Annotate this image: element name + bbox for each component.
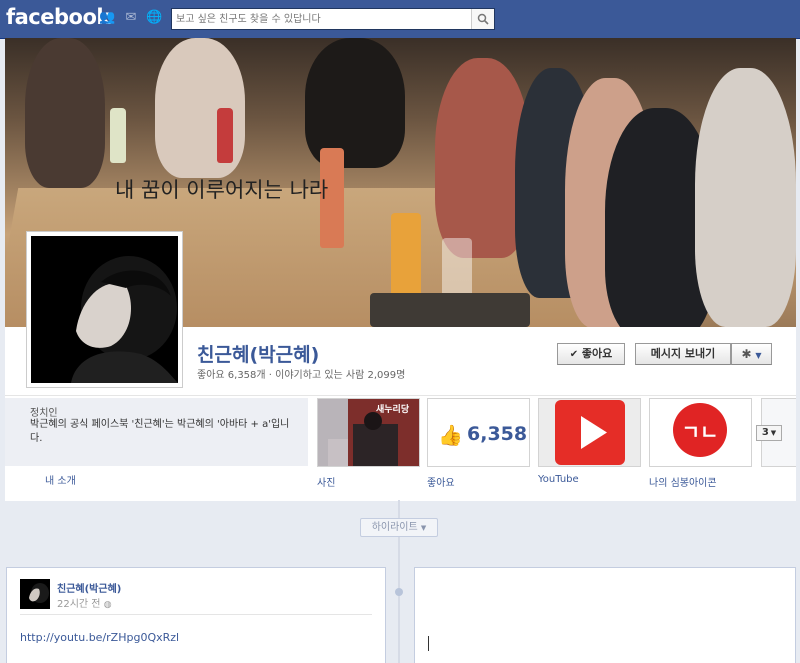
- cover-bottle: [391, 213, 421, 301]
- page-description: 박근혜의 공식 페이스북 '친근혜'는 박근혜의 '아바타 + a'입니다.: [30, 419, 290, 444]
- more-apps-button[interactable]: 3 ▼: [756, 425, 782, 441]
- search-button[interactable]: [471, 9, 494, 29]
- page-stats: 좋아요 6,358개 · 이야기하고 있는 사람 2,099명: [197, 370, 406, 381]
- search-input[interactable]: [176, 10, 466, 28]
- globe-icon: ◍: [103, 600, 112, 610]
- search-box: [171, 8, 495, 30]
- app-logo-text: ㄱㄴ: [681, 420, 719, 444]
- like-button-label: 좋아요: [581, 347, 613, 360]
- cover-bottle: [110, 108, 126, 163]
- highlights-dropdown[interactable]: 하이라이트 ▼: [360, 518, 438, 537]
- notifications-icon[interactable]: 🌐: [146, 11, 162, 25]
- messages-icon[interactable]: ✉: [123, 11, 139, 25]
- gear-icon: ✱: [741, 347, 752, 361]
- profile-picture[interactable]: [26, 231, 183, 388]
- post-author[interactable]: 친근혜(박근혜): [57, 580, 121, 595]
- icon-app-tile[interactable]: ㄱㄴ: [649, 398, 752, 467]
- thumbs-up-icon: 👍: [438, 423, 463, 447]
- about-link[interactable]: 내 소개: [45, 472, 76, 487]
- cover-person: [25, 38, 105, 188]
- more-apps-count: 3: [761, 427, 769, 438]
- page-category: 정치인: [30, 408, 58, 419]
- post-avatar[interactable]: [20, 579, 50, 609]
- cover-person: [695, 68, 796, 327]
- post-link[interactable]: http://youtu.be/rZHpg0QxRzl: [20, 631, 179, 644]
- highlights-label: 하이라이트: [371, 522, 418, 533]
- top-bar: facebook 👥 ✉ 🌐: [0, 0, 800, 39]
- post-timestamp[interactable]: 22시간 전 ◍: [57, 595, 112, 610]
- cover-glass: [442, 238, 472, 298]
- chevron-down-icon: ▼: [755, 351, 762, 360]
- cover-bottle: [217, 108, 233, 163]
- like-button[interactable]: ✔ 좋아요: [557, 343, 625, 365]
- settings-button[interactable]: ✱ ▼: [731, 343, 772, 365]
- youtube-label[interactable]: YouTube: [538, 474, 579, 485]
- cover-slogan: 내 꿈이 이루어지는 나라: [115, 178, 329, 202]
- text-caret: [428, 636, 429, 651]
- post-divider: [20, 614, 372, 615]
- check-icon: ✔: [569, 349, 579, 360]
- likes-label[interactable]: 좋아요: [427, 474, 455, 489]
- search-icon: [477, 13, 489, 25]
- chevron-down-icon: ▼: [770, 429, 777, 437]
- app-logo-icon: ㄱㄴ: [673, 403, 727, 457]
- facebook-logo[interactable]: facebook: [6, 5, 110, 29]
- status-composer[interactable]: [414, 567, 796, 663]
- message-button[interactable]: 메시지 보내기: [635, 343, 731, 365]
- chevron-down-icon: ▼: [420, 524, 427, 532]
- photos-tile[interactable]: 새누리당: [317, 398, 420, 467]
- youtube-tile[interactable]: [538, 398, 641, 467]
- photos-poster-text: 새누리당: [376, 405, 410, 415]
- page-title: 친근혜(박근혜): [197, 344, 320, 366]
- profile-portrait: [31, 236, 178, 383]
- icon-app-label[interactable]: 나의 심봉아이콘: [649, 474, 717, 489]
- friend-requests-icon[interactable]: 👥: [99, 11, 115, 25]
- likes-tile[interactable]: 👍 6,358: [427, 398, 530, 467]
- likes-count: 6,358: [467, 423, 528, 445]
- photos-label[interactable]: 사진: [317, 474, 335, 489]
- timeline-dot: [395, 588, 403, 596]
- youtube-icon: [555, 400, 625, 465]
- cover-tray: [370, 293, 530, 327]
- post-time-text: 22시간 전: [57, 599, 101, 610]
